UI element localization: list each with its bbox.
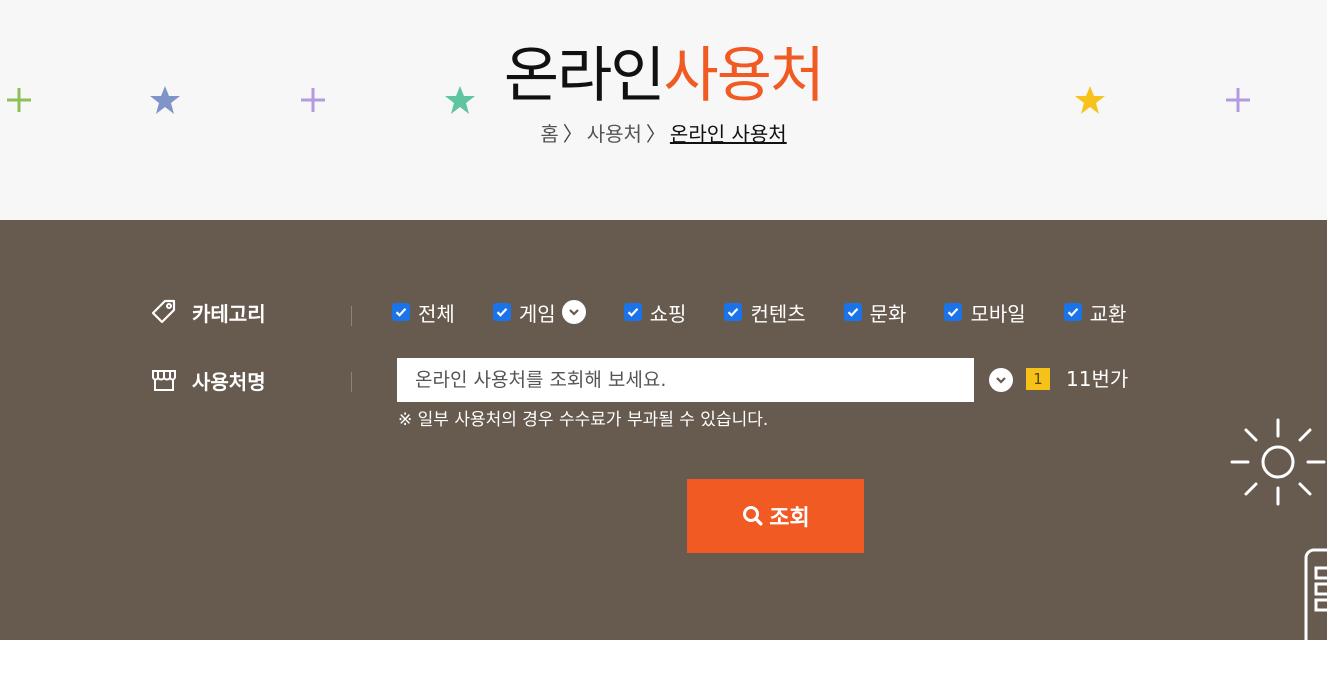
- checkbox-checked-icon[interactable]: [1063, 303, 1082, 321]
- store-icon: [150, 366, 178, 394]
- category-checkbox-group: 전체 게임 쇼핑 컨텐츠 문화 모바일 교환: [392, 297, 1126, 327]
- chevron-right-icon: 〉: [562, 122, 583, 146]
- mobile-decoration-icon: [1304, 548, 1327, 640]
- divider: [351, 372, 352, 392]
- rank-toggle-chevron-down-icon[interactable]: [989, 368, 1013, 392]
- checkbox-checked-icon[interactable]: [843, 303, 862, 321]
- name-row-label: 사용처명: [150, 365, 266, 395]
- rank-number-badge: 1: [1026, 368, 1050, 390]
- search-submit-button[interactable]: 조회: [687, 479, 864, 553]
- category-checkbox-label: 전체: [418, 301, 455, 326]
- breadcrumb-parent[interactable]: 사용처: [587, 122, 642, 146]
- search-panel: 카테고리 전체 게임 쇼핑 컨텐츠 문화 모바일 교환 사용처명 온라인 사용처…: [0, 220, 1327, 640]
- checkbox-checked-icon[interactable]: [944, 303, 963, 321]
- category-checkbox-game[interactable]: 게임: [492, 298, 586, 327]
- breadcrumb-current[interactable]: 온라인 사용처: [670, 122, 787, 146]
- checkbox-checked-icon[interactable]: [623, 303, 642, 321]
- category-checkbox-label: 게임: [518, 301, 556, 326]
- tag-icon: [150, 298, 178, 326]
- page-header: 온라인사용처 홈 〉 사용처 〉 온라인 사용처: [0, 0, 1327, 220]
- page-title-main: 온라인: [503, 41, 666, 111]
- divider: [351, 306, 352, 326]
- popular-rank-text[interactable]: 11번가: [1066, 365, 1128, 393]
- category-checkbox-label: 모바일: [970, 301, 1026, 326]
- category-checkbox-label: 컨텐츠: [750, 301, 806, 326]
- checkbox-checked-icon[interactable]: [724, 303, 743, 321]
- chevron-right-icon: 〉: [645, 122, 666, 146]
- name-label: 사용처명: [192, 369, 266, 394]
- search-icon: [741, 504, 765, 528]
- search-submit-label: 조회: [769, 506, 810, 531]
- search-input[interactable]: [397, 358, 974, 402]
- category-checkbox-all[interactable]: 전체: [392, 298, 455, 327]
- category-checkbox-label: 쇼핑: [649, 301, 687, 326]
- category-checkbox-label: 교환: [1089, 301, 1127, 326]
- breadcrumb-home[interactable]: 홈: [540, 122, 558, 146]
- chevron-down-icon[interactable]: [561, 300, 586, 324]
- fee-notice: ※ 일부 사용처의 경우 수수료가 부과될 수 있습니다.: [398, 410, 769, 430]
- category-checkbox-shopping[interactable]: 쇼핑: [623, 298, 687, 327]
- checkbox-checked-icon[interactable]: [392, 303, 410, 321]
- sun-decoration-icon: [1230, 418, 1326, 506]
- category-checkbox-label: 문화: [869, 301, 907, 326]
- category-checkbox-contents[interactable]: 컨텐츠: [724, 298, 806, 327]
- breadcrumb: 홈 〉 사용처 〉 온라인 사용처: [0, 120, 1327, 148]
- checkbox-checked-icon[interactable]: [492, 303, 511, 321]
- category-row-label: 카테고리: [150, 297, 266, 327]
- category-checkbox-mobile[interactable]: 모바일: [944, 298, 1026, 327]
- page-title-accent: 사용처: [663, 41, 826, 111]
- category-checkbox-culture[interactable]: 문화: [843, 298, 907, 327]
- category-checkbox-exchange[interactable]: 교환: [1063, 298, 1127, 327]
- page-title: 온라인사용처: [0, 38, 1327, 114]
- category-label: 카테고리: [192, 301, 266, 326]
